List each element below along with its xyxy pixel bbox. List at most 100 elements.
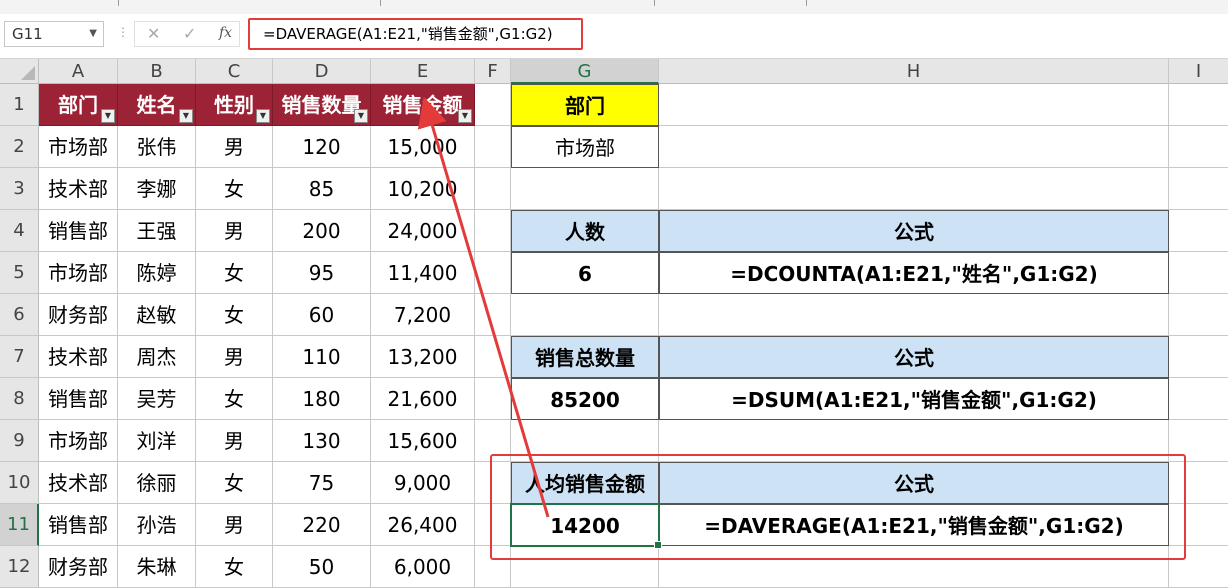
row-header-3[interactable]: 3 <box>0 168 39 210</box>
table-cell[interactable]: 21,600 <box>371 378 475 420</box>
chevron-down-icon[interactable]: ▼ <box>89 22 97 46</box>
table-cell[interactable]: 技术部 <box>39 462 118 504</box>
insert-function-icon[interactable]: fx <box>219 25 232 41</box>
block-label[interactable]: 销售总数量 <box>511 336 659 378</box>
table-cell[interactable]: 销售部 <box>39 378 118 420</box>
table-cell[interactable]: 男 <box>196 504 273 546</box>
row-header-9[interactable]: 9 <box>0 420 39 462</box>
table-cell[interactable]: 王强 <box>118 210 196 252</box>
block-value[interactable]: 85200 <box>511 378 659 420</box>
table-cell[interactable]: 女 <box>196 462 273 504</box>
grid-cell[interactable] <box>511 420 659 462</box>
block-formula-text[interactable]: =DAVERAGE(A1:E21,"销售金额",G1:G2) <box>659 504 1169 546</box>
table-cell[interactable]: 女 <box>196 294 273 336</box>
grid-cell[interactable] <box>659 420 1169 462</box>
grid-cell[interactable] <box>475 252 511 294</box>
table-cell[interactable]: 男 <box>196 420 273 462</box>
grid-cell[interactable] <box>511 168 659 210</box>
formula-bar-resize-handle[interactable]: ⋮ <box>117 25 129 39</box>
table-cell[interactable]: 销售部 <box>39 210 118 252</box>
row-header-10[interactable]: 10 <box>0 462 39 504</box>
filter-dropdown-icon[interactable]: ▼ <box>256 109 270 123</box>
table-cell[interactable]: 李娜 <box>118 168 196 210</box>
filter-dropdown-icon[interactable]: ▼ <box>101 109 115 123</box>
table-cell[interactable]: 75 <box>273 462 371 504</box>
table-cell[interactable]: 徐丽 <box>118 462 196 504</box>
table-cell[interactable]: 财务部 <box>39 294 118 336</box>
block-value[interactable]: 6 <box>511 252 659 294</box>
table-cell[interactable]: 120 <box>273 126 371 168</box>
row-header-8[interactable]: 8 <box>0 378 39 420</box>
grid-cell[interactable] <box>475 420 511 462</box>
table-cell[interactable]: 7,200 <box>371 294 475 336</box>
table-cell[interactable]: 男 <box>196 126 273 168</box>
table-cell[interactable]: 15,600 <box>371 420 475 462</box>
table-cell[interactable]: 220 <box>273 504 371 546</box>
table-cell[interactable]: 10,200 <box>371 168 475 210</box>
row-header-6[interactable]: 6 <box>0 294 39 336</box>
table-cell[interactable]: 24,000 <box>371 210 475 252</box>
column-header-b[interactable]: B <box>118 59 196 84</box>
column-header-e[interactable]: E <box>371 59 475 84</box>
table-cell[interactable]: 180 <box>273 378 371 420</box>
table-cell[interactable]: 9,000 <box>371 462 475 504</box>
row-header-4[interactable]: 4 <box>0 210 39 252</box>
table-cell[interactable]: 张伟 <box>118 126 196 168</box>
block-formula-header[interactable]: 公式 <box>659 336 1169 378</box>
table-cell[interactable]: 销售部 <box>39 504 118 546</box>
table-header-cell[interactable]: 性别 ▼ <box>196 84 273 126</box>
formula-input[interactable]: =DAVERAGE(A1:E21,"销售金额",G1:G2) <box>248 18 583 50</box>
grid-cell[interactable] <box>1169 504 1228 546</box>
grid-cell[interactable] <box>475 378 511 420</box>
table-cell[interactable]: 孙浩 <box>118 504 196 546</box>
table-cell[interactable]: 市场部 <box>39 252 118 294</box>
table-cell[interactable]: 市场部 <box>39 420 118 462</box>
row-header-5[interactable]: 5 <box>0 252 39 294</box>
grid-cell[interactable] <box>1169 168 1228 210</box>
row-header-11[interactable]: 11 <box>0 504 39 546</box>
column-header-h[interactable]: H <box>659 59 1169 84</box>
table-header-cell[interactable]: 销售金额 ▼ <box>371 84 475 126</box>
column-header-f[interactable]: F <box>475 59 511 84</box>
table-cell[interactable]: 刘洋 <box>118 420 196 462</box>
criteria-value[interactable]: 市场部 <box>511 126 659 168</box>
select-all-corner[interactable] <box>0 59 39 84</box>
table-cell[interactable]: 市场部 <box>39 126 118 168</box>
table-cell[interactable]: 吴芳 <box>118 378 196 420</box>
column-header-g[interactable]: G <box>511 59 659 84</box>
grid-cell[interactable] <box>475 126 511 168</box>
table-cell[interactable]: 女 <box>196 168 273 210</box>
grid-cell[interactable] <box>659 168 1169 210</box>
table-cell[interactable]: 200 <box>273 210 371 252</box>
name-box[interactable]: G11 ▼ <box>4 21 104 47</box>
grid-cell[interactable] <box>511 294 659 336</box>
table-cell[interactable]: 60 <box>273 294 371 336</box>
enter-icon[interactable]: ✓ <box>183 24 196 43</box>
grid-cell[interactable] <box>475 336 511 378</box>
grid-cell[interactable] <box>1169 84 1228 126</box>
grid-cell[interactable] <box>475 462 511 504</box>
table-cell[interactable]: 95 <box>273 252 371 294</box>
table-cell[interactable]: 11,400 <box>371 252 475 294</box>
block-label[interactable]: 人数 <box>511 210 659 252</box>
column-header-i[interactable]: I <box>1169 59 1228 84</box>
row-header-1[interactable]: 1 <box>0 84 39 126</box>
grid-cell[interactable] <box>475 504 511 546</box>
table-header-cell[interactable]: 部门 ▼ <box>39 84 118 126</box>
table-cell[interactable]: 技术部 <box>39 168 118 210</box>
row-header-2[interactable]: 2 <box>0 126 39 168</box>
table-cell[interactable]: 陈婷 <box>118 252 196 294</box>
filter-dropdown-icon[interactable]: ▼ <box>179 109 193 123</box>
table-cell[interactable]: 技术部 <box>39 336 118 378</box>
block-formula-text[interactable]: =DCOUNTA(A1:E21,"姓名",G1:G2) <box>659 252 1169 294</box>
grid-cell[interactable] <box>1169 378 1228 420</box>
block-formula-header[interactable]: 公式 <box>659 462 1169 504</box>
column-header-d[interactable]: D <box>273 59 371 84</box>
table-cell[interactable]: 男 <box>196 336 273 378</box>
column-header-a[interactable]: A <box>39 59 118 84</box>
table-cell[interactable]: 15,000 <box>371 126 475 168</box>
table-cell[interactable]: 26,400 <box>371 504 475 546</box>
table-cell[interactable]: 13,200 <box>371 336 475 378</box>
table-cell[interactable]: 赵敏 <box>118 294 196 336</box>
block-value[interactable]: 14200 <box>511 504 659 546</box>
